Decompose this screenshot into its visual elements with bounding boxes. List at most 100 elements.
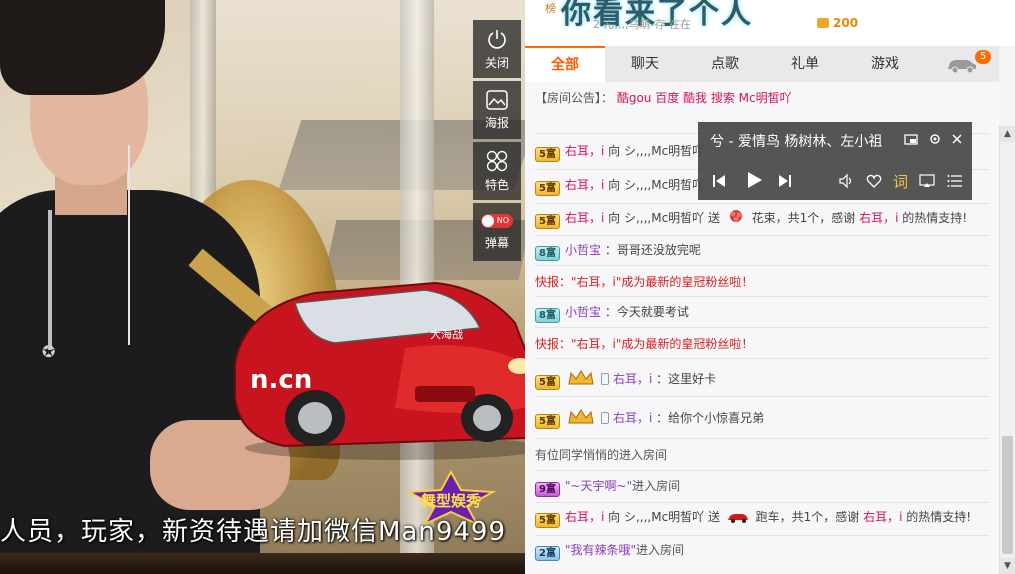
- coin-value: 200: [833, 16, 859, 30]
- chat-tabs: 全部 聊天 点歌 礼单 游戏 5: [525, 46, 999, 82]
- chat-user[interactable]: 右耳，i: [613, 411, 652, 425]
- chat-user[interactable]: 右耳，i: [565, 510, 604, 524]
- settings-icon[interactable]: [928, 132, 942, 146]
- chat-text: 向 シ,,,,Mc明皙吖 送: [608, 211, 720, 225]
- previous-track-icon[interactable]: [712, 174, 726, 188]
- car-logo-text: 大海战: [430, 327, 463, 341]
- volume-icon[interactable]: [838, 173, 854, 189]
- video-bottom-strip: [0, 553, 525, 574]
- divider: [535, 358, 990, 359]
- tab-song-request[interactable]: 点歌: [685, 46, 765, 82]
- divider: [535, 396, 990, 397]
- enter-text: 进入房间: [636, 543, 685, 557]
- streamer: ✪: [0, 0, 290, 574]
- playlist-icon[interactable]: [947, 173, 963, 189]
- pip-icon[interactable]: [904, 133, 918, 147]
- chat-user[interactable]: 右耳，i: [565, 144, 604, 158]
- danmaku-button[interactable]: NO 弹幕: [473, 203, 521, 261]
- chat-user[interactable]: "~天宇啊~": [565, 479, 632, 493]
- chat-user[interactable]: "我有辣条哦": [565, 543, 636, 557]
- flash-news: 快报："右耳，i"成为最新的皇冠粉丝啦！: [535, 275, 754, 289]
- divider: [535, 203, 990, 204]
- cast-icon[interactable]: [919, 173, 935, 189]
- room-notice: 【房间公告】： 酷gou 百度 酷我 搜索 Mc明皙吖: [535, 90, 990, 106]
- mobile-icon: [600, 412, 609, 424]
- crown-icon: [568, 409, 594, 424]
- chat-message: 8富 小哲宝 ：哥哥还没放完呢: [535, 242, 990, 261]
- live-room: ✪ n.cn 大海战 舞型娱秀 人员，玩家，新资待遇请加微信Man9499 关闭…: [0, 0, 1015, 574]
- car-gift-animation: n.cn 大海战: [234, 281, 525, 460]
- poster-button[interactable]: 海报: [473, 81, 521, 139]
- chat-user[interactable]: 小哲宝: [565, 243, 601, 257]
- notice-text: 酷gou 百度 酷我 搜索 Mc明皙吖: [616, 91, 792, 105]
- scroll-up-arrow[interactable]: ▲: [1000, 126, 1015, 142]
- lyrics-button[interactable]: 词: [893, 171, 908, 192]
- tab-chat[interactable]: 聊天: [605, 46, 685, 82]
- danmaku-toggle[interactable]: NO: [481, 213, 513, 228]
- level-badge: 5富: [535, 147, 560, 162]
- level-badge: 8富: [535, 246, 560, 261]
- divider: [535, 296, 990, 297]
- level-badge: 9富: [535, 482, 560, 497]
- star-pendant-icon: ✪: [42, 342, 56, 361]
- scrolling-marquee: 人员，玩家，新资待遇请加微信Man9499: [0, 517, 507, 547]
- earphone-wire: [128, 145, 130, 345]
- close-button[interactable]: 关闭: [473, 20, 521, 78]
- chat-panel: 榜 你看来了个人 2 ん,,,,乌萌-存 在在 200 全部 聊天 点歌 礼单 …: [525, 0, 1015, 574]
- close-icon[interactable]: [951, 133, 963, 145]
- danmaku-label: 弹幕: [484, 235, 509, 250]
- enter-message: 2富 "我有辣条哦"进入房间: [535, 542, 990, 561]
- level-badge: 5富: [535, 414, 560, 429]
- divider: [535, 327, 990, 328]
- chat-text: 向 シ,,,,Mc明皙吖: [608, 178, 705, 192]
- poster-label: 海报: [484, 115, 509, 130]
- divider: [535, 235, 990, 236]
- thanks-user[interactable]: 右耳，i: [863, 510, 902, 524]
- divider: [535, 265, 990, 266]
- gift-message: 5富 右耳，i 向 シ,,,,Mc明皙吖 送 花束，共1个，感谢 右耳，i 的热情…: [535, 209, 990, 229]
- crown-icon: [568, 370, 594, 385]
- chat-user[interactable]: 右耳，i: [613, 372, 652, 386]
- chat-user[interactable]: 右耳，i: [565, 211, 604, 225]
- divider: [535, 438, 990, 439]
- coin-icon: [817, 18, 829, 28]
- scroll-thumb[interactable]: [1002, 436, 1013, 554]
- chat-scrollbar[interactable]: ▲ ▼: [999, 126, 1015, 574]
- chat-message: 5富 右耳，i ：给你个小惊喜兄弟: [535, 409, 990, 429]
- level-badge: 5富: [535, 513, 560, 528]
- rank-prefix: 榜: [545, 2, 556, 15]
- gift-tail: 的热情支持!: [902, 211, 968, 225]
- divider: [535, 470, 990, 471]
- chat-user[interactable]: 小哲宝: [565, 305, 601, 319]
- sports-car-gift-icon: [727, 514, 748, 523]
- tab-games[interactable]: 游戏: [845, 46, 925, 82]
- heart-icon[interactable]: [866, 173, 882, 189]
- level-badge: 5富: [535, 181, 560, 196]
- level-badge: 5富: [535, 214, 560, 229]
- scroll-down-arrow[interactable]: ▼: [1000, 558, 1015, 574]
- thanks-user[interactable]: 右耳，i: [859, 211, 898, 225]
- play-icon[interactable]: [745, 171, 763, 189]
- level-badge: 8富: [535, 308, 560, 323]
- chat-text: ：这里好卡: [656, 372, 717, 386]
- feature-button[interactable]: 特色: [473, 142, 521, 200]
- tab-car[interactable]: 5: [925, 46, 999, 82]
- tab-gift-list[interactable]: 礼单: [765, 46, 845, 82]
- chat-text: 向 シ,,,,Mc明皙吖 送: [608, 510, 720, 524]
- flower-gift-icon: [729, 210, 742, 222]
- gift-text: 跑车，共1个，感谢: [755, 510, 860, 524]
- level-badge: 2富: [535, 546, 560, 561]
- flash-news: 快报："右耳，i"成为最新的皇冠粉丝啦！: [535, 337, 754, 351]
- chat-text: ：今天就要考试: [604, 305, 689, 319]
- video-stream[interactable]: ✪ n.cn 大海战 舞型娱秀 人员，玩家，新资待遇请加微信Man9499 关闭…: [0, 0, 525, 574]
- chat-user[interactable]: 右耳，i: [565, 178, 604, 192]
- tab-all[interactable]: 全部: [525, 46, 605, 82]
- chat-message: 5富 右耳，i ：这里好卡: [535, 370, 990, 390]
- image-icon: [486, 89, 508, 110]
- divider: [535, 502, 990, 503]
- next-track-icon[interactable]: [778, 174, 792, 188]
- chat-text: ：哥哥还没放完呢: [604, 243, 701, 257]
- car-tab-badge: 5: [975, 50, 991, 64]
- music-player: 兮 - 爱情鸟 杨树林、左小祖 词: [698, 122, 972, 200]
- mobile-icon: [600, 373, 609, 385]
